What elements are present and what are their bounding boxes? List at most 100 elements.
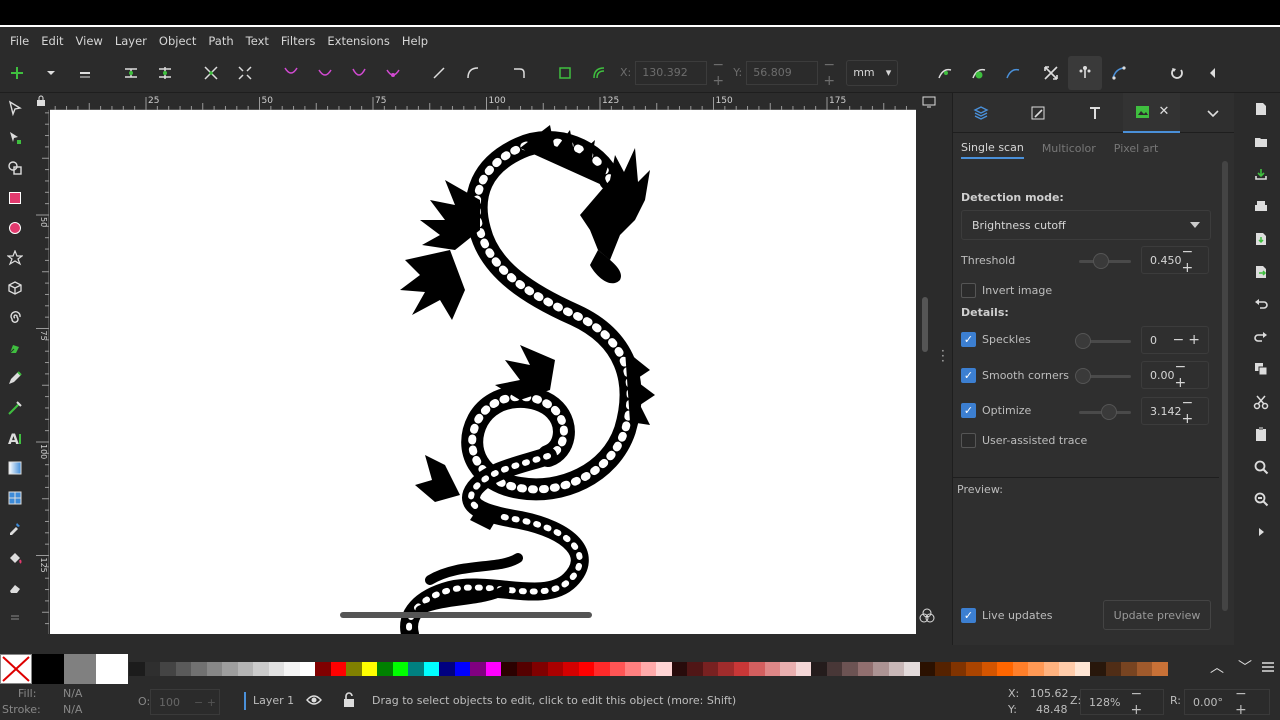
color-swatch[interactable] — [408, 662, 424, 676]
color-swatch[interactable] — [361, 662, 377, 676]
zoom-field[interactable]: 128% −+ — [1080, 686, 1164, 718]
color-swatch[interactable] — [578, 662, 594, 676]
show-outline-icon[interactable] — [1102, 56, 1136, 90]
color-swatch[interactable] — [1059, 662, 1075, 676]
color-swatch[interactable] — [454, 662, 470, 676]
dock-scrollbar[interactable] — [1222, 161, 1228, 611]
x-stepper[interactable]: −+ — [707, 57, 729, 89]
break-path-icon[interactable] — [148, 56, 182, 90]
join-nodes-icon[interactable] — [114, 56, 148, 90]
speckles-option[interactable]: ✓ Speckles — [961, 332, 1031, 347]
color-swatch[interactable] — [857, 662, 873, 676]
delete-node-icon[interactable] — [68, 56, 102, 90]
menu-text[interactable]: Text — [240, 34, 275, 48]
color-swatch[interactable] — [594, 662, 610, 676]
smooth-corners-slider[interactable] — [1075, 368, 1131, 384]
threshold-slider[interactable] — [1079, 253, 1131, 269]
symmetric-node-icon[interactable] — [342, 56, 376, 90]
new-document-icon[interactable] — [1244, 93, 1278, 126]
gradient-tool-icon[interactable] — [0, 453, 30, 483]
close-tab-icon[interactable]: ✕ — [1158, 104, 1169, 119]
update-preview-button[interactable]: Update preview — [1103, 600, 1211, 630]
color-swatch[interactable] — [625, 662, 641, 676]
color-swatch[interactable] — [532, 662, 548, 676]
spiral-tool-icon[interactable] — [0, 303, 30, 333]
star-tool-icon[interactable] — [0, 243, 30, 273]
add-node-icon[interactable] — [0, 56, 34, 90]
color-swatch[interactable] — [253, 662, 269, 676]
selector-tool-icon[interactable] — [0, 93, 30, 123]
color-swatch[interactable] — [749, 662, 765, 676]
color-swatch[interactable] — [1012, 662, 1028, 676]
color-swatch[interactable] — [811, 662, 827, 676]
color-swatch[interactable] — [981, 662, 997, 676]
copy-icon[interactable] — [1244, 353, 1278, 386]
color-swatch[interactable] — [1028, 662, 1044, 676]
chevron-up-icon[interactable]: ︿ — [1206, 657, 1228, 679]
transform-handles-icon[interactable] — [1034, 56, 1068, 90]
ellipse-tool-icon[interactable] — [0, 213, 30, 243]
user-assisted-option[interactable]: User-assisted trace — [961, 433, 1087, 448]
color-swatch[interactable] — [175, 662, 191, 676]
y-stepper[interactable]: −+ — [818, 57, 840, 89]
menu-view[interactable]: View — [70, 34, 109, 48]
mesh-tool-icon[interactable] — [0, 483, 30, 513]
color-swatch[interactable] — [315, 662, 331, 676]
make-line-icon[interactable] — [422, 56, 456, 90]
display-mode-icon[interactable] — [919, 93, 939, 110]
chevron-down-icon[interactable] — [1192, 93, 1234, 133]
undo-icon[interactable] — [1244, 288, 1278, 321]
speckles-checkbox[interactable]: ✓ — [961, 332, 976, 347]
menu-edit[interactable]: Edit — [35, 34, 69, 48]
color-swatch[interactable] — [191, 662, 207, 676]
make-curve-icon[interactable] — [456, 56, 490, 90]
color-swatch[interactable] — [237, 662, 253, 676]
stroke-value[interactable]: N/A — [63, 703, 82, 716]
smooth-corners-option[interactable]: ✓ Smooth corners — [961, 368, 1069, 383]
x-coordinate-field[interactable]: X: 130.392 −+ — [620, 57, 729, 89]
calligraphy-tool-icon[interactable] — [0, 393, 30, 423]
black-swatch[interactable] — [32, 654, 64, 684]
lock-guides-icon[interactable] — [36, 95, 46, 107]
vertical-scrollbar[interactable] — [922, 297, 928, 352]
rotate-stepper[interactable]: −+ — [1235, 686, 1269, 718]
speckles-slider[interactable] — [1075, 333, 1131, 349]
3d-box-tool-icon[interactable] — [0, 273, 30, 303]
color-swatch[interactable] — [764, 662, 780, 676]
color-swatch[interactable] — [888, 662, 904, 676]
current-layer[interactable]: Layer 1 — [253, 694, 294, 707]
cut-icon[interactable] — [1244, 386, 1278, 419]
color-swatch[interactable] — [950, 662, 966, 676]
chevron-down-icon[interactable]: ﹀ — [1234, 657, 1256, 679]
import-icon[interactable] — [1244, 223, 1278, 256]
zoom-selection-icon[interactable] — [1244, 451, 1278, 484]
threshold-slider-knob[interactable] — [1093, 253, 1109, 269]
color-swatch[interactable] — [206, 662, 222, 676]
zoom-drawing-icon[interactable] — [1244, 483, 1278, 516]
pencil-tool-icon[interactable] — [0, 363, 30, 393]
color-swatch[interactable] — [702, 662, 718, 676]
color-swatch[interactable] — [439, 662, 455, 676]
color-swatch[interactable] — [919, 662, 935, 676]
rotate-field[interactable]: 0.00° −+ — [1184, 686, 1270, 718]
color-swatch[interactable] — [718, 662, 734, 676]
color-swatch[interactable] — [268, 662, 284, 676]
menu-filters[interactable]: Filters — [275, 34, 321, 48]
open-folder-icon[interactable] — [1244, 126, 1278, 159]
optimize-slider[interactable] — [1079, 404, 1131, 420]
color-swatch[interactable] — [485, 662, 501, 676]
export-icon[interactable] — [1244, 256, 1278, 289]
color-swatch[interactable] — [671, 662, 687, 676]
color-swatch[interactable] — [780, 662, 796, 676]
color-swatch[interactable] — [904, 662, 920, 676]
color-swatch[interactable] — [842, 662, 858, 676]
shape-builder-icon[interactable] — [0, 153, 30, 183]
unit-select[interactable]: mm ▾ — [846, 59, 899, 86]
opacity-stepper[interactable]: − + — [194, 696, 216, 709]
speckles-stepper[interactable]: 0 −+ — [1141, 326, 1209, 354]
color-swatch[interactable] — [687, 662, 703, 676]
zoom-stepper[interactable]: −+ — [1130, 686, 1163, 718]
eraser-tool-icon[interactable] — [0, 573, 30, 603]
horizontal-scrollbar[interactable] — [340, 612, 592, 618]
menu-extensions[interactable]: Extensions — [321, 34, 395, 48]
